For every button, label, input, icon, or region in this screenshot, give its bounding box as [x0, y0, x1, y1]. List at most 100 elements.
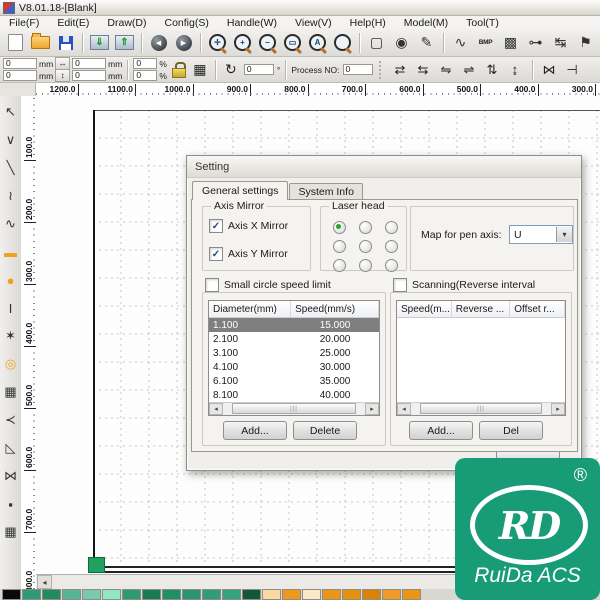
scroll-left-icon[interactable]: ◂: [37, 575, 52, 589]
scanning-checkbox[interactable]: Scanning(Reverse interval: [393, 278, 535, 292]
menu-item-edite[interactable]: Edit(E): [48, 17, 98, 29]
table-row[interactable]: 6.10035.000: [209, 374, 379, 388]
grid-icon[interactable]: ▦: [1, 378, 20, 406]
aspect-lock-icon[interactable]: [172, 62, 185, 78]
flag-icon[interactable]: ⚑: [573, 31, 598, 54]
pen-axis-dropdown[interactable]: U ▾: [509, 225, 573, 244]
laser-head-radio[interactable]: [385, 240, 398, 253]
add-scanning-button[interactable]: Add...: [409, 421, 473, 440]
palette-swatch[interactable]: [362, 589, 381, 600]
scanning-table[interactable]: Speed(m...Reverse ...Offset r...◂|||▸: [396, 300, 566, 416]
zoom-select-icon[interactable]: [330, 31, 355, 54]
column-header[interactable]: Speed(mm/s): [291, 301, 379, 317]
edit-pen-icon[interactable]: ✎: [414, 31, 439, 54]
table-grid-icon[interactable]: ▦: [190, 61, 210, 78]
axis-x-mirror-checkbox[interactable]: ✓ Axis X Mirror: [209, 219, 288, 233]
palette-swatch[interactable]: [282, 589, 301, 600]
flip-horizontal-icon[interactable]: ⇋: [435, 60, 458, 80]
align-vertical-icon[interactable]: ⊣: [561, 60, 584, 80]
add-speed-button[interactable]: Add...: [223, 421, 287, 440]
zoom-in-icon[interactable]: +: [230, 31, 255, 54]
laser-head-radio[interactable]: [385, 259, 398, 272]
node-tool-icon[interactable]: ⊶: [523, 31, 548, 54]
menu-item-viewv[interactable]: View(V): [286, 17, 341, 29]
height-field[interactable]: 0: [72, 70, 106, 81]
menu-item-toolt[interactable]: Tool(T): [457, 17, 508, 29]
scroll-right-icon[interactable]: ▸: [365, 403, 379, 415]
axis-y-mirror-checkbox[interactable]: ✓ Axis Y Mirror: [209, 247, 288, 261]
palette-swatch[interactable]: [342, 589, 361, 600]
outline-icon[interactable]: ▪: [1, 490, 20, 518]
palette-swatch[interactable]: [42, 589, 61, 600]
palette-swatch[interactable]: [322, 589, 341, 600]
menu-item-drawd[interactable]: Draw(D): [98, 17, 155, 29]
table-row[interactable]: 3.10025.000: [209, 346, 379, 360]
scale-y-field[interactable]: 0: [133, 70, 157, 81]
palette-swatch[interactable]: [262, 589, 281, 600]
spiral-icon[interactable]: ◎: [1, 350, 20, 378]
open-folder-icon[interactable]: [28, 31, 53, 54]
palette-swatch[interactable]: [382, 589, 401, 600]
table-scrollbar[interactable]: ◂|||▸: [209, 402, 379, 415]
table-row[interactable]: 2.10020.000: [209, 332, 379, 346]
palette-swatch[interactable]: [62, 589, 81, 600]
width-field[interactable]: 0: [72, 58, 106, 69]
y-position-field[interactable]: 0: [3, 70, 37, 81]
polyline-icon[interactable]: ≀: [1, 182, 20, 210]
menu-item-handlew[interactable]: Handle(W): [218, 17, 286, 29]
save-icon[interactable]: [53, 31, 78, 54]
back-icon[interactable]: ◀: [146, 31, 171, 54]
column-header[interactable]: Speed(m...: [397, 301, 452, 317]
mirror-a-icon[interactable]: ⇄: [389, 60, 412, 80]
palette-swatch[interactable]: [182, 589, 201, 600]
dialog-title-bar[interactable]: Setting: [187, 156, 581, 178]
shear-icon[interactable]: ◺: [1, 434, 20, 462]
laser-head-radio[interactable]: [385, 221, 398, 234]
laser-head-radio[interactable]: [333, 240, 346, 253]
curve-tool-icon[interactable]: ∿: [448, 31, 473, 54]
palette-swatch[interactable]: [2, 589, 21, 600]
star-icon[interactable]: ✶: [1, 322, 20, 350]
export-image-icon[interactable]: ⇑: [112, 31, 137, 54]
chevron-down-icon[interactable]: ▾: [556, 227, 572, 242]
palette-swatch[interactable]: [302, 589, 321, 600]
new-file-icon[interactable]: [3, 31, 28, 54]
h-measure-icon[interactable]: ↹: [548, 31, 573, 54]
flip-horizontal2-icon[interactable]: ⇌: [458, 60, 481, 80]
scrollbar-thumb[interactable]: |||: [420, 403, 541, 414]
forward-icon[interactable]: ▶: [171, 31, 196, 54]
tab-system-info[interactable]: System Info: [289, 183, 362, 200]
palette-swatch[interactable]: [22, 589, 41, 600]
palette-swatch[interactable]: [222, 589, 241, 600]
line-icon[interactable]: ╲: [1, 154, 20, 182]
zoom-pan-icon[interactable]: ✛: [205, 31, 230, 54]
menu-item-modelm[interactable]: Model(M): [395, 17, 457, 29]
laser-head-radio[interactable]: [333, 221, 346, 234]
palette-swatch[interactable]: [162, 589, 181, 600]
pick-center-icon[interactable]: ◉: [389, 31, 414, 54]
scroll-right-icon[interactable]: ▸: [551, 403, 565, 415]
table-row[interactable]: 8.10040.000: [209, 388, 379, 402]
ellipse-icon[interactable]: ●: [1, 266, 20, 294]
palette-swatch[interactable]: [142, 589, 161, 600]
laser-head-radio[interactable]: [359, 259, 372, 272]
table-row[interactable]: 4.10030.000: [209, 360, 379, 374]
table-scrollbar[interactable]: ◂|||▸: [397, 402, 565, 415]
scroll-left-icon[interactable]: ◂: [209, 403, 223, 415]
align-horizontal-icon[interactable]: ⋈: [538, 60, 561, 80]
fill-rect-icon[interactable]: ▩: [498, 31, 523, 54]
zoom-out-icon[interactable]: −: [255, 31, 280, 54]
menu-item-filef[interactable]: File(F): [0, 17, 48, 29]
import-image-icon[interactable]: ⇓: [87, 31, 112, 54]
rotate-field[interactable]: 0: [244, 64, 274, 75]
table-row[interactable]: 1.10015.000: [209, 318, 379, 332]
zoom-all-icon[interactable]: A: [305, 31, 330, 54]
mirror-icon[interactable]: ⋈: [1, 462, 20, 490]
flip-vertical2-icon[interactable]: ↨: [504, 60, 527, 80]
laser-head-radio[interactable]: [333, 259, 346, 272]
laser-head-radio[interactable]: [359, 221, 372, 234]
flip-vertical-icon[interactable]: ⇅: [481, 60, 504, 80]
height-lock-icon[interactable]: ↕: [55, 69, 70, 82]
palette-swatch[interactable]: [82, 589, 101, 600]
delete-speed-button[interactable]: Delete: [293, 421, 357, 440]
